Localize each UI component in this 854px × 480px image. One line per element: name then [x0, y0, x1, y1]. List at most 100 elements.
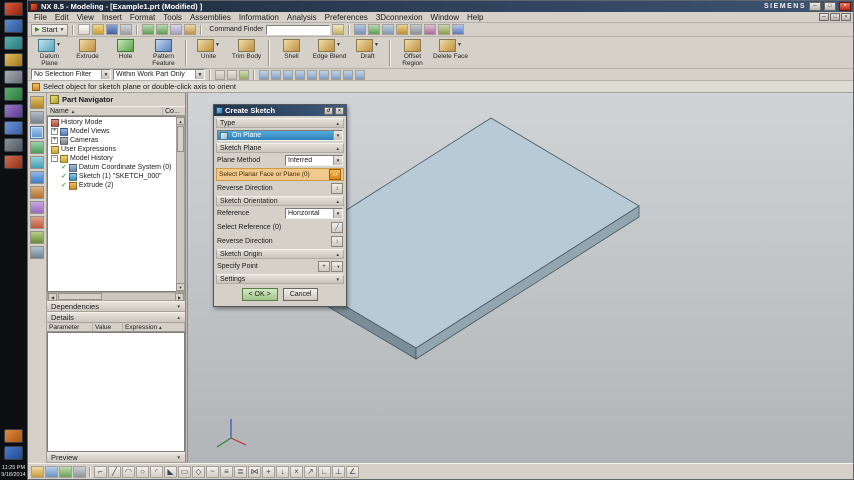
sketch-plane-section-header[interactable]: Sketch Plane ▲ — [216, 143, 344, 153]
taskbar-app-icon-8[interactable] — [4, 155, 23, 169]
section-chevron-icon[interactable]: ▼ — [177, 304, 181, 309]
quick-extend-icon[interactable]: ↗ — [304, 465, 317, 478]
column-value[interactable]: Value — [93, 323, 123, 331]
combo-arrow-icon[interactable]: ▼ — [101, 70, 110, 79]
column-comment[interactable]: Co... — [163, 107, 185, 115]
scrollbar-thumb[interactable] — [58, 293, 102, 300]
window-icon[interactable] — [353, 24, 366, 35]
scroll-left-icon[interactable]: ◀ — [48, 292, 57, 301]
move-object-icon[interactable] — [437, 24, 450, 35]
datum-plane-button[interactable]: ▼ Datum Plane — [31, 38, 68, 67]
history-icon[interactable] — [30, 186, 44, 199]
taskbar-app-icon-2[interactable] — [4, 53, 23, 67]
bottom-icon-2[interactable] — [45, 465, 58, 478]
shell-button[interactable]: Shell — [273, 38, 310, 60]
start-menu-button[interactable]: ▶ Start ▼ — [31, 23, 69, 36]
menu-format[interactable]: Format — [126, 12, 159, 23]
intersection-point-icon[interactable]: + — [262, 465, 275, 478]
cancel-button[interactable]: Cancel — [282, 288, 319, 301]
sketch-orientation-section-header[interactable]: Sketch Orientation ▲ — [216, 196, 344, 206]
minimize-button[interactable]: ─ — [809, 2, 821, 11]
column-name[interactable]: Name ▲ — [47, 107, 163, 115]
dropdown-arrow-icon[interactable]: ▼ — [215, 42, 220, 49]
reuse-library-icon[interactable] — [30, 141, 44, 154]
scroll-down-icon[interactable]: ▼ — [176, 283, 185, 291]
arc-center-icon[interactable] — [319, 69, 329, 80]
ok-button[interactable]: < OK > — [241, 288, 278, 301]
sketch-origin-section-header[interactable]: Sketch Origin ▲ — [216, 249, 344, 259]
dropdown-arrow-icon[interactable]: ▼ — [56, 42, 61, 49]
pattern-curve-icon[interactable]: ≣ — [234, 465, 247, 478]
circle-icon[interactable]: ○ — [136, 465, 149, 478]
quick-trim-icon[interactable]: × — [290, 465, 303, 478]
bottom-icon-1[interactable] — [31, 465, 44, 478]
scroll-right-icon[interactable]: ▶ — [175, 292, 184, 301]
undo-icon[interactable] — [142, 24, 155, 35]
studio-spline-icon[interactable]: ~ — [206, 465, 219, 478]
tree-item-sketch[interactable]: ✓ Sketch (1) "SKETCH_000" — [48, 172, 176, 181]
select-plane-icon[interactable]: ▱ — [329, 169, 341, 180]
scroll-up-icon[interactable]: ▲ — [176, 117, 185, 125]
menu-preferences[interactable]: Preferences — [321, 12, 372, 23]
snap-point-icon[interactable] — [259, 69, 269, 80]
redo-icon[interactable] — [156, 24, 169, 35]
mdi-minimize-button[interactable]: ─ — [819, 13, 829, 21]
delete-face-button[interactable]: ▼ Delete Face — [432, 38, 469, 60]
fillet-icon[interactable]: ◜ — [150, 465, 163, 478]
offset-region-button[interactable]: Offset Region — [394, 38, 431, 67]
select-reference-icon[interactable]: ╱ — [331, 222, 343, 233]
dropdown-arrow-icon[interactable]: ▼ — [333, 156, 342, 165]
reverse-direction-icon[interactable]: ↕ — [331, 183, 343, 194]
dropdown-arrow-icon[interactable]: ▼ — [457, 42, 462, 49]
taskbar-app-icon-3[interactable] — [4, 70, 23, 84]
inferred-dimensions-icon[interactable]: ∠ — [346, 465, 359, 478]
tree-item-extrude[interactable]: ✓ Extrude (2) — [48, 181, 176, 190]
tree-item-model-history[interactable]: − Model History — [48, 154, 176, 163]
graphics-window[interactable]: Create Sketch ↺ × Type ▲ On Plane ▼ Sket… — [188, 93, 853, 463]
web-browser-icon[interactable] — [30, 171, 44, 184]
manufacturing-wizards-icon[interactable] — [30, 216, 44, 229]
expand-icon[interactable]: + — [51, 128, 58, 135]
reverse-direction-icon[interactable]: ↕ — [331, 236, 343, 247]
dropdown-arrow-icon[interactable]: ▼ — [333, 131, 342, 140]
section-chevron-icon[interactable]: ▼ — [177, 455, 181, 460]
polygon-icon[interactable]: ◇ — [192, 465, 205, 478]
new-file-icon[interactable] — [78, 24, 91, 35]
tree-item-cameras[interactable]: + Cameras — [48, 136, 176, 145]
dialog-title-bar[interactable]: Create Sketch ↺ × — [214, 105, 346, 116]
collapse-icon[interactable]: − — [51, 155, 58, 162]
taskbar-app-icon-1[interactable] — [4, 36, 23, 50]
part-navigator-icon[interactable] — [30, 126, 44, 139]
chamfer-icon[interactable]: ◣ — [164, 465, 177, 478]
pattern-feature-button[interactable]: Pattern Feature — [145, 38, 182, 67]
sketch-type-dropdown[interactable]: On Plane ▼ — [217, 130, 343, 141]
hole-button[interactable]: Hole — [107, 38, 144, 60]
column-expression[interactable]: Expression ▲ — [123, 323, 185, 331]
select-all-icon[interactable] — [215, 69, 225, 80]
paste-icon[interactable] — [184, 24, 197, 35]
dependencies-section-header[interactable]: Dependencies ▼ — [47, 301, 185, 312]
dropdown-arrow-icon[interactable]: ▼ — [336, 42, 341, 49]
system-scenes-icon[interactable] — [30, 246, 44, 259]
trim-body-button[interactable]: Trim Body — [228, 38, 265, 60]
assembly-navigator-icon[interactable] — [30, 96, 44, 109]
dialog-reset-button[interactable]: ↺ — [324, 106, 333, 115]
scrollbar-thumb[interactable] — [177, 126, 184, 152]
reference-dropdown[interactable]: Horizontal ▼ — [285, 208, 343, 219]
maximize-button[interactable]: □ — [824, 2, 836, 11]
offset-curve-icon[interactable]: ≡ — [220, 465, 233, 478]
save-icon[interactable] — [106, 24, 119, 35]
taskbar-app-icon-10[interactable] — [4, 446, 23, 460]
dropdown-arrow-icon[interactable]: ▼ — [333, 209, 342, 218]
constraint-navigator-icon[interactable] — [30, 111, 44, 124]
tree-item-history-mode[interactable]: History Mode — [48, 118, 176, 127]
taskbar-app-icon-6[interactable] — [4, 121, 23, 135]
draft-button[interactable]: ▼ Draft — [349, 38, 386, 60]
menu-insert[interactable]: Insert — [98, 12, 126, 23]
help-icon[interactable] — [451, 24, 464, 35]
inferred-point-dropdown[interactable]: ∙ ▼ — [331, 261, 343, 272]
selection-filter-combo[interactable]: No Selection Filter ▼ — [31, 69, 111, 80]
point-dialog-icon[interactable]: + — [318, 261, 330, 272]
existing-point-icon[interactable] — [343, 69, 353, 80]
taskbar-explorer-icon[interactable] — [4, 19, 23, 33]
